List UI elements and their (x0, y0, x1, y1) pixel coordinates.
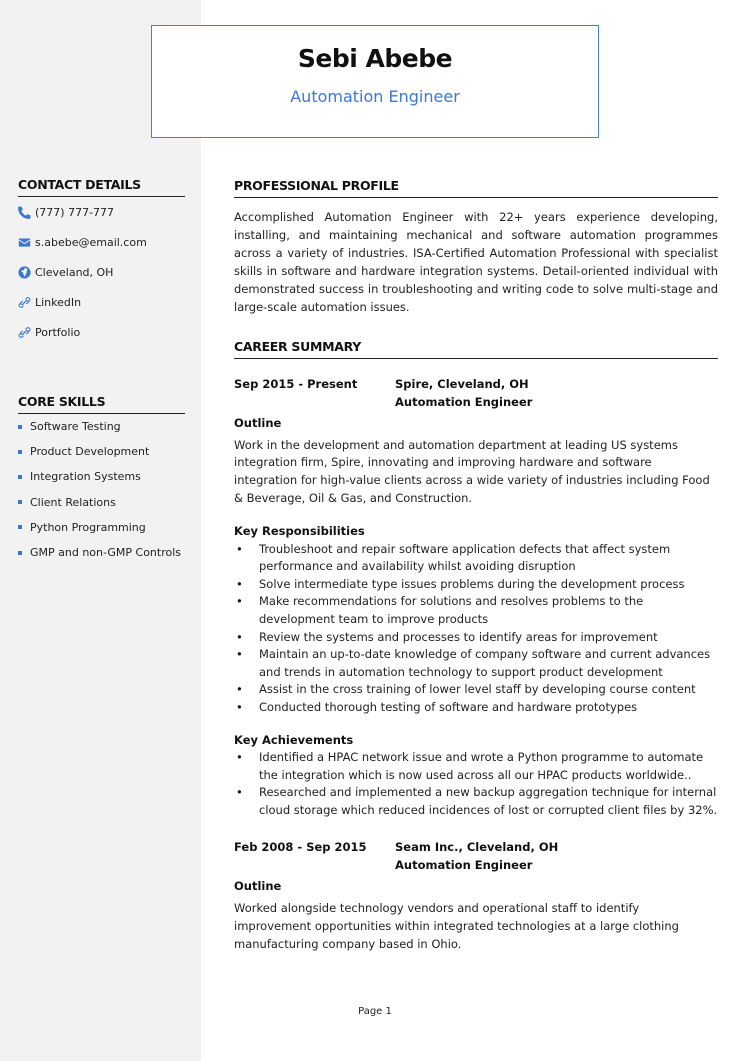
contact-portfolio-text: Portfolio (35, 325, 81, 339)
bullet-square-icon (18, 449, 22, 454)
career-summary-heading: CAREER SUMMARY (234, 339, 718, 359)
achievements-label: Key Achievements (234, 732, 354, 747)
skill-item: GMP and non-GMP Controls (18, 540, 185, 565)
job-header: Feb 2008 - Sep 2015 Seam Inc., Cleveland… (234, 839, 718, 874)
skill-label: GMP and non-GMP Controls (30, 546, 182, 560)
contact-email[interactable]: s.abebe@email.com (18, 227, 185, 257)
contact-linkedin-text: LinkedIn (35, 295, 82, 309)
job-outline: Work in the development and automation d… (234, 437, 710, 506)
candidate-title: Automation Engineer (290, 87, 460, 106)
contact-linkedin[interactable]: LinkedIn (18, 287, 185, 317)
responsibilities-label: Key Responsibilities (234, 524, 365, 539)
skill-item: Integration Systems (18, 464, 185, 489)
envelope-icon (18, 236, 31, 249)
phone-icon (18, 205, 31, 219)
core-skills-heading: CORE SKILLS (18, 394, 185, 414)
list-item: Make recommendations for solutions and r… (234, 593, 718, 628)
job-role: Automation Engineer (395, 857, 533, 872)
job-entry: Feb 2008 - Sep 2015 Seam Inc., Cleveland… (234, 839, 718, 953)
job-dates: Sep 2015 - Present (234, 377, 358, 391)
skill-label: Python Programming (30, 520, 146, 534)
contact-location: Cleveland, OH (18, 257, 185, 287)
responsibilities-list: Troubleshoot and repair software applica… (234, 541, 718, 717)
link-icon (18, 326, 31, 339)
list-item: Solve intermediate type issues problems … (234, 576, 718, 594)
bullet-square-icon (18, 500, 22, 505)
page-number: Page 1 (358, 1006, 392, 1017)
contact-portfolio[interactable]: Portfolio (18, 317, 185, 347)
job-company: Spire, Cleveland, OH (395, 377, 529, 391)
outline-label: Outline (234, 879, 282, 894)
job-dates: Feb 2008 - Sep 2015 (234, 840, 367, 855)
contact-details-section: CONTACT DETAILS (777) 777-777 s.abebe@em… (18, 177, 185, 347)
list-item: Researched and implemented a new backup … (234, 784, 718, 819)
contact-phone-text: (777) 777-777 (35, 205, 115, 219)
list-item: Conducted thorough testing of software a… (234, 699, 718, 717)
job-role: Automation Engineer (395, 394, 533, 409)
outline-label: Outline (234, 416, 282, 430)
contact-location-text: Cleveland, OH (35, 265, 114, 279)
list-item: Review the systems and processes to iden… (234, 629, 718, 647)
contact-phone: (777) 777-777 (18, 197, 185, 227)
candidate-name: Sebi Abebe (297, 44, 453, 73)
bullet-square-icon (18, 550, 22, 555)
bullet-square-icon (18, 474, 22, 479)
skill-label: Client Relations (30, 495, 116, 509)
list-item: Assist in the cross training of lower le… (234, 681, 718, 699)
core-skills-section: CORE SKILLS Software Testing Product Dev… (18, 394, 185, 565)
globe-icon (18, 265, 31, 279)
job-header: Sep 2015 - Present Spire, Cleveland, OH … (234, 376, 718, 411)
profile-text: Accomplished Automation Engineer with 22… (234, 210, 718, 314)
list-item: Identified a HPAC network issue and wrot… (234, 749, 718, 784)
job-company-role: Spire, Cleveland, OH Automation Engineer (395, 376, 532, 411)
skill-label: Software Testing (30, 420, 121, 434)
contact-email-text: s.abebe@email.com (35, 235, 147, 249)
job-company: Seam Inc., Cleveland, OH (395, 840, 559, 855)
bullet-square-icon (18, 424, 22, 429)
skill-label: Integration Systems (30, 470, 141, 484)
skill-item: Software Testing (18, 414, 185, 439)
job-entry: Sep 2015 - Present Spire, Cleveland, OH … (234, 376, 718, 819)
achievements-list: Identified a HPAC network issue and wrot… (234, 749, 718, 819)
link-icon (18, 296, 31, 309)
skill-label: Product Development (30, 445, 150, 459)
professional-profile-section: PROFESSIONAL PROFILE Accomplished Automa… (234, 178, 718, 316)
job-outline: Worked alongside technology vendors and … (234, 900, 679, 951)
skill-item: Client Relations (18, 490, 185, 515)
skill-item: Product Development (18, 439, 185, 464)
skill-item: Python Programming (18, 515, 185, 540)
career-summary-section: CAREER SUMMARY Sep 2015 - Present Spire,… (234, 339, 718, 954)
profile-heading: PROFESSIONAL PROFILE (234, 178, 718, 198)
list-item: Troubleshoot and repair software applica… (234, 541, 718, 576)
list-item: Maintain an up-to-date knowledge of comp… (234, 646, 718, 681)
bullet-square-icon (18, 525, 22, 530)
contact-details-heading: CONTACT DETAILS (18, 177, 185, 197)
resume-header: Sebi Abebe Automation Engineer (151, 25, 599, 138)
job-company-role: Seam Inc., Cleveland, OH Automation Engi… (395, 839, 558, 874)
